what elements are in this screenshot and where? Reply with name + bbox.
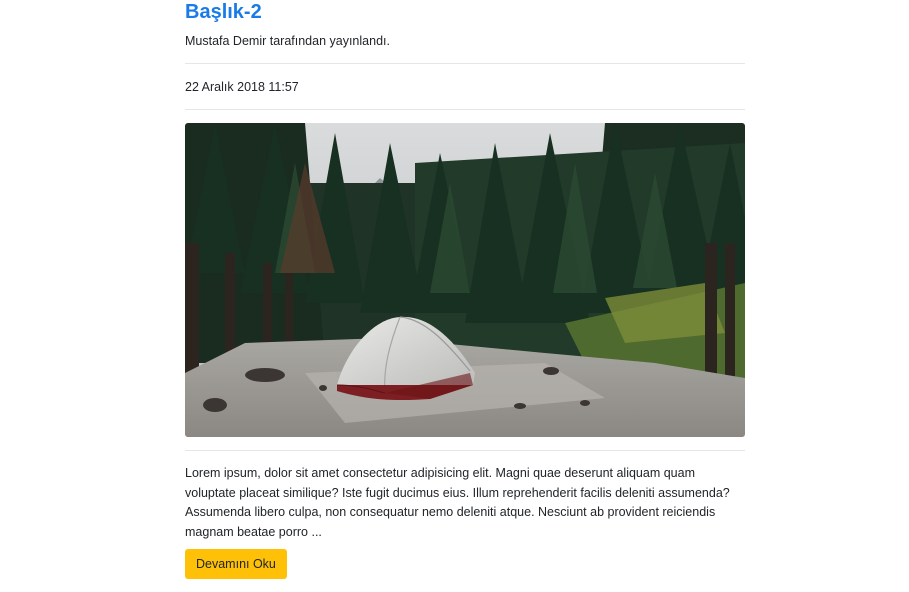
post-excerpt: Lorem ipsum, dolor sit amet consectetur … [185, 466, 730, 539]
blog-post: Başlık-2 Mustafa Demir tarafından yayınl… [185, 0, 745, 579]
read-more-button[interactable]: Devamını Oku [185, 549, 287, 579]
post-title-link[interactable]: Başlık-2 [185, 0, 262, 24]
post-image [185, 123, 745, 437]
divider [185, 63, 745, 64]
post-date: 22 Aralık 2018 11:57 [185, 80, 299, 94]
post-author: Mustafa Demir tarafından yayınlandı. [185, 34, 390, 48]
divider [185, 109, 745, 110]
divider [185, 450, 745, 451]
